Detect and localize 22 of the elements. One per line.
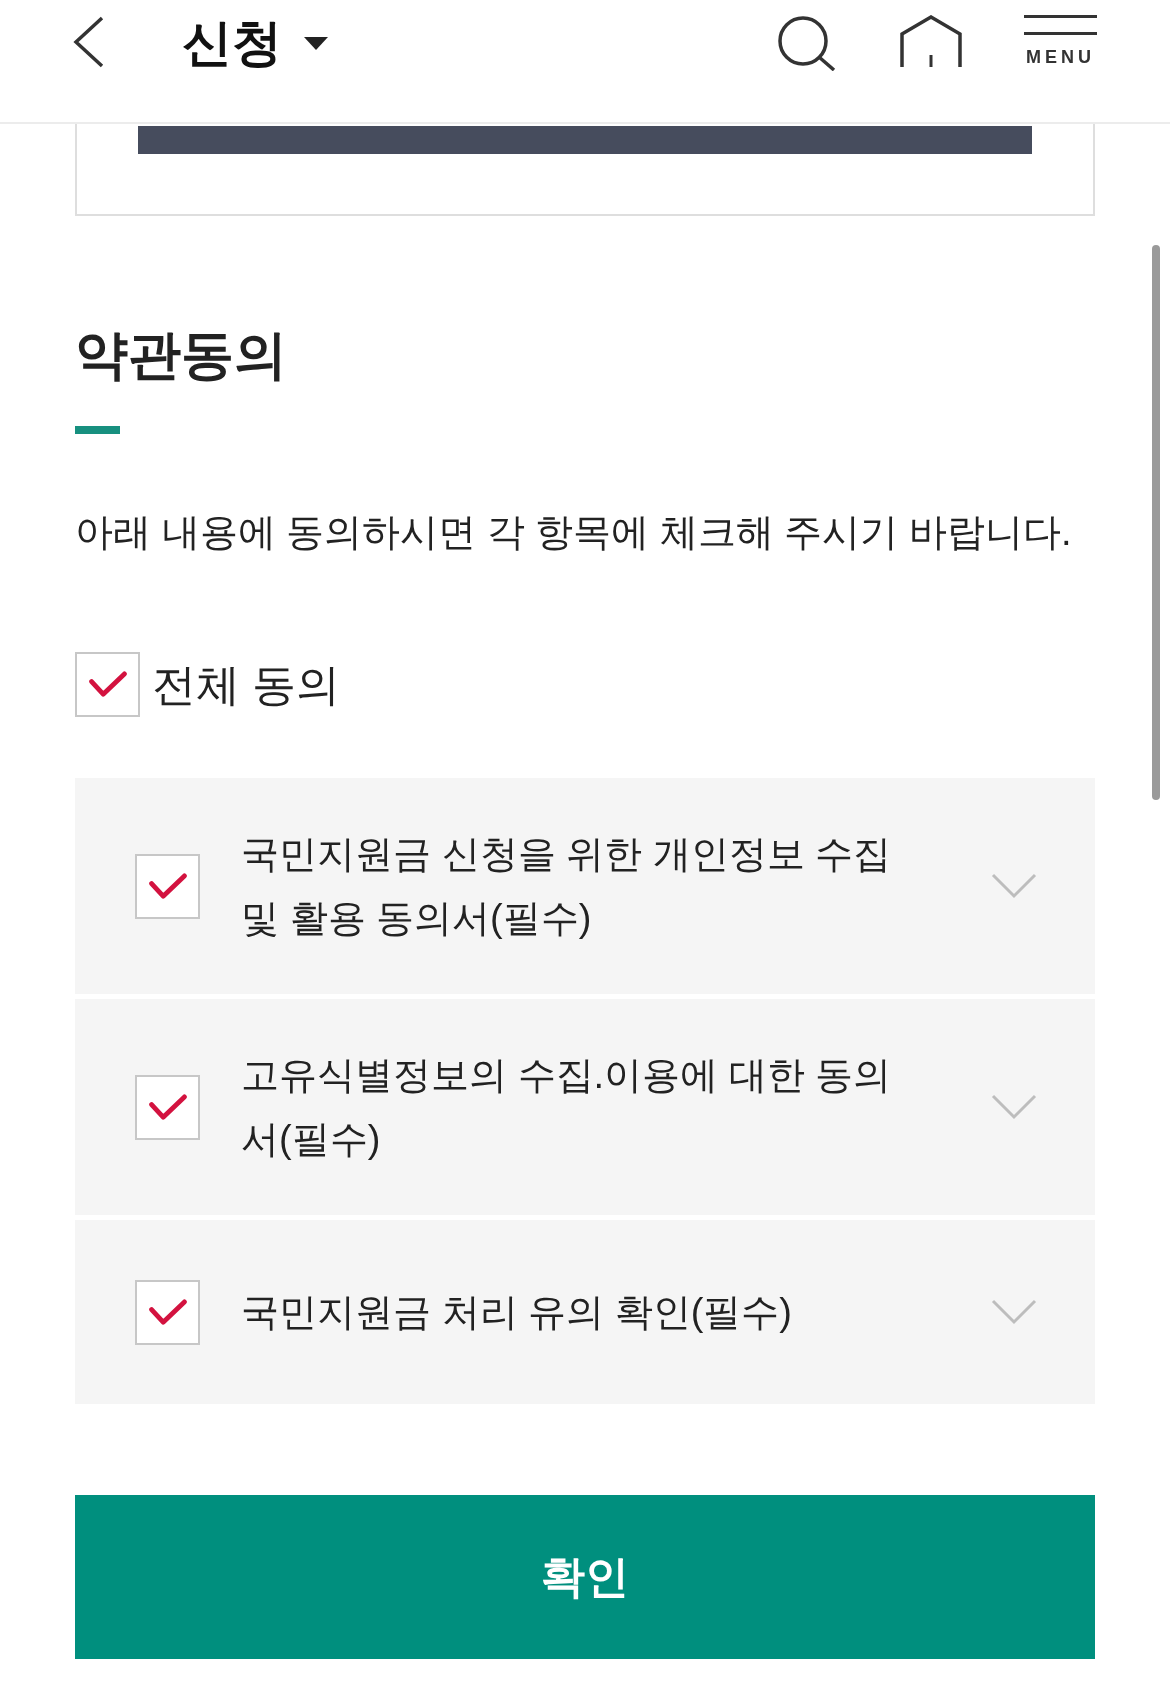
agreement-label: 국민지원금 신청을 위한 개인정보 수집 및 활용 동의서(필수) <box>241 832 893 941</box>
agree-all-label[interactable]: 전체 동의 <box>152 656 341 713</box>
checkbox[interactable] <box>75 652 140 717</box>
home-icon[interactable] <box>900 15 962 67</box>
checkbox[interactable] <box>135 1279 200 1345</box>
checkbox[interactable] <box>135 853 200 919</box>
checkbox[interactable] <box>135 1074 200 1140</box>
menu-button[interactable]: MENU <box>1024 15 1097 67</box>
checkmark-icon <box>147 872 188 900</box>
page-title-dropdown[interactable]: 신청 <box>182 15 328 71</box>
caret-down-icon <box>304 36 328 50</box>
checkmark-icon <box>87 671 128 698</box>
title-accent-bar <box>75 426 120 434</box>
search-icon[interactable] <box>776 15 836 71</box>
checkmark-icon <box>147 1298 188 1326</box>
checkmark-icon <box>147 1093 188 1121</box>
section-title: 약관동의 <box>75 324 288 386</box>
confirm-button[interactable]: 확인 <box>75 1495 1095 1659</box>
agreement-label: 국민지원금 처리 유의 확인(필수) <box>241 1290 793 1335</box>
agreement-label: 고유식별정보의 수집.이용에 대한 동의서(필수) <box>241 1053 893 1162</box>
instruction-text: 아래 내용에 동의하시면 각 항목에 체크해 주시기 바랍니다. <box>75 510 1073 555</box>
menu-lines-icon <box>1024 15 1097 35</box>
